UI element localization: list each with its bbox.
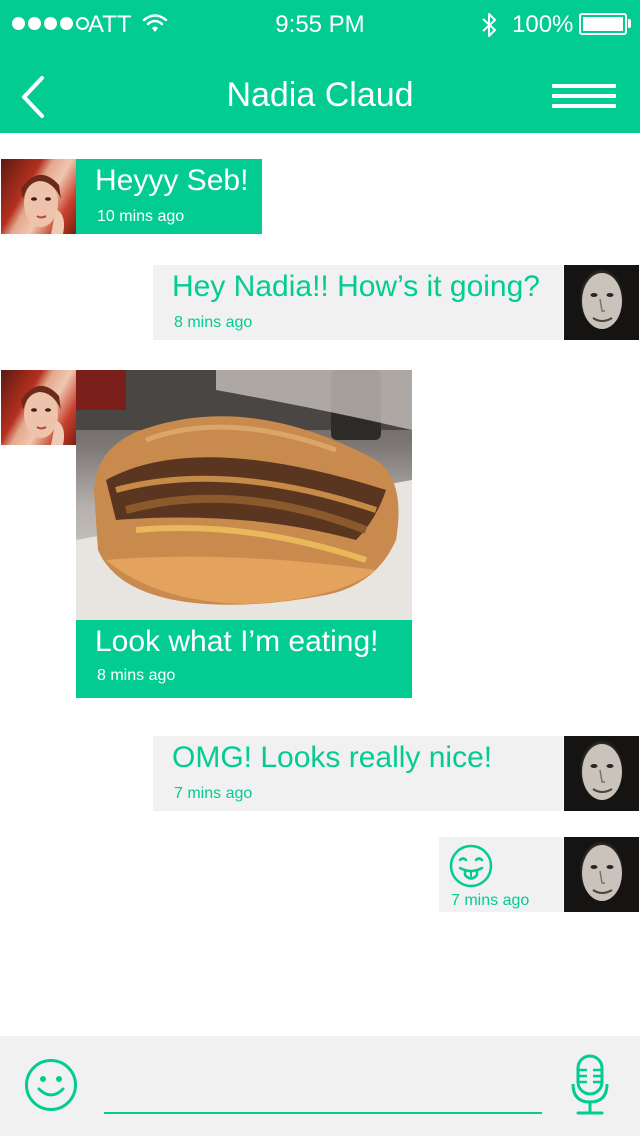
menu-icon[interactable] bbox=[552, 82, 616, 110]
avatar-seb[interactable] bbox=[564, 837, 639, 912]
avatar-nadia[interactable] bbox=[1, 159, 76, 234]
message-text: Hey Nadia!! How’s it going? bbox=[172, 270, 540, 303]
message-time: 8 mins ago bbox=[174, 314, 253, 331]
message-time: 8 mins ago bbox=[97, 667, 176, 684]
header: ATT 9:55 PM 100% Nadia Claud bbox=[0, 0, 640, 133]
message-bubble[interactable]: 7 mins ago bbox=[439, 837, 563, 912]
message-text: Heyyy Seb! bbox=[95, 164, 249, 197]
tongue-out-face-icon bbox=[449, 844, 493, 888]
bluetooth-icon bbox=[482, 13, 496, 37]
message-bubble[interactable]: Heyyy Seb! 10 mins ago bbox=[76, 159, 262, 234]
avatar-seb[interactable] bbox=[564, 265, 639, 340]
battery-icon bbox=[579, 13, 627, 35]
message-text: Look what I’m eating! bbox=[95, 625, 379, 658]
message-bubble[interactable]: OMG! Looks really nice! 7 mins ago bbox=[153, 736, 563, 811]
microphone-icon[interactable] bbox=[570, 1054, 610, 1116]
message-bubble[interactable]: Hey Nadia!! How’s it going? 8 mins ago bbox=[153, 265, 563, 340]
conversation-title: Nadia Claud bbox=[226, 76, 414, 114]
message-photo[interactable] bbox=[76, 370, 412, 620]
message-time: 7 mins ago bbox=[174, 785, 253, 802]
message-time: 10 mins ago bbox=[97, 208, 185, 225]
message-input[interactable] bbox=[104, 1080, 542, 1114]
status-bar: ATT 9:55 PM 100% bbox=[0, 0, 640, 50]
smiley-icon[interactable] bbox=[24, 1058, 78, 1112]
message-text: OMG! Looks really nice! bbox=[172, 741, 493, 774]
message-time: 7 mins ago bbox=[451, 892, 530, 909]
battery-percent: 100% bbox=[512, 11, 574, 38]
message-bubble[interactable]: Look what I’m eating! 8 mins ago bbox=[76, 620, 412, 698]
avatar-seb[interactable] bbox=[564, 736, 639, 811]
avatar-nadia[interactable] bbox=[1, 370, 76, 445]
